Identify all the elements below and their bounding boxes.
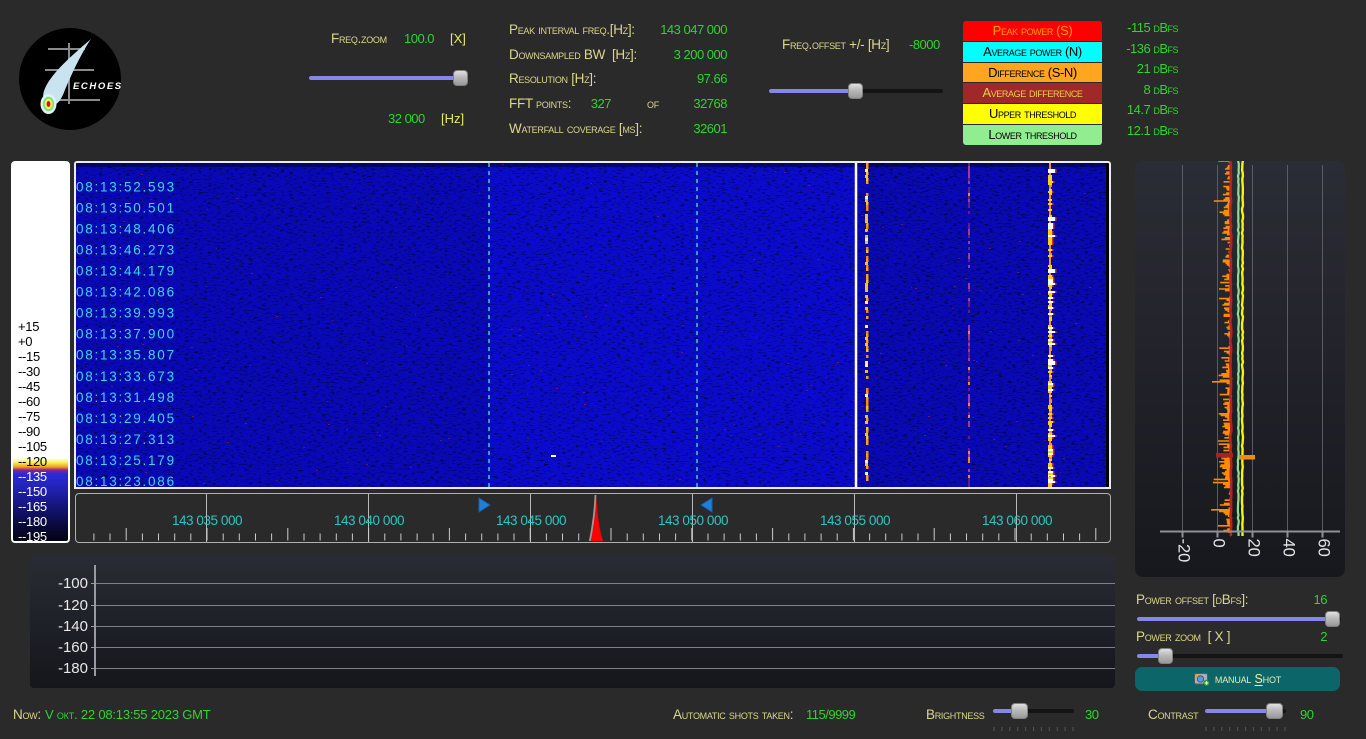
svg-text:-160: -160 bbox=[58, 639, 88, 656]
svg-text:08:13:44.179: 08:13:44.179 bbox=[76, 264, 176, 279]
svg-text:08:13:31.498: 08:13:31.498 bbox=[76, 390, 176, 405]
svg-text:20: 20 bbox=[1244, 539, 1262, 557]
svg-text:143 045 000: 143 045 000 bbox=[496, 513, 566, 528]
svg-text:60: 60 bbox=[1314, 539, 1332, 557]
svg-text:08:13:46.273: 08:13:46.273 bbox=[76, 243, 176, 258]
svg-text:ECHOES: ECHOES bbox=[73, 81, 121, 92]
svg-text:143 050 000: 143 050 000 bbox=[658, 513, 728, 528]
svg-text:08:13:27.313: 08:13:27.313 bbox=[76, 432, 176, 447]
svg-text:-140: -140 bbox=[58, 618, 88, 635]
svg-text:143 055 000: 143 055 000 bbox=[820, 513, 890, 528]
svg-text:-120: -120 bbox=[58, 597, 88, 614]
svg-text:08:13:35.807: 08:13:35.807 bbox=[76, 348, 176, 363]
svg-text:08:13:39.993: 08:13:39.993 bbox=[76, 306, 176, 321]
svg-text:08:13:42.086: 08:13:42.086 bbox=[76, 285, 176, 300]
svg-text:08:13:29.405: 08:13:29.405 bbox=[76, 411, 176, 426]
svg-text:143 040 000: 143 040 000 bbox=[334, 513, 404, 528]
svg-text:08:13:50.501: 08:13:50.501 bbox=[76, 201, 176, 216]
svg-text:-100: -100 bbox=[58, 575, 88, 592]
svg-text:40: 40 bbox=[1279, 539, 1297, 557]
svg-text:08:13:23.086: 08:13:23.086 bbox=[76, 474, 176, 487]
svg-text:08:13:33.673: 08:13:33.673 bbox=[76, 369, 176, 384]
svg-text:143 035 000: 143 035 000 bbox=[172, 513, 242, 528]
svg-text:08:13:48.406: 08:13:48.406 bbox=[76, 222, 176, 237]
svg-text:08:13:37.900: 08:13:37.900 bbox=[76, 327, 176, 342]
svg-text:0: 0 bbox=[1209, 539, 1227, 548]
svg-text:143 060 000: 143 060 000 bbox=[982, 513, 1052, 528]
svg-text:08:13:52.593: 08:13:52.593 bbox=[76, 180, 176, 195]
svg-text:-20: -20 bbox=[1174, 539, 1192, 563]
svg-text:-180: -180 bbox=[58, 660, 88, 677]
svg-text:08:13:25.179: 08:13:25.179 bbox=[76, 453, 176, 468]
